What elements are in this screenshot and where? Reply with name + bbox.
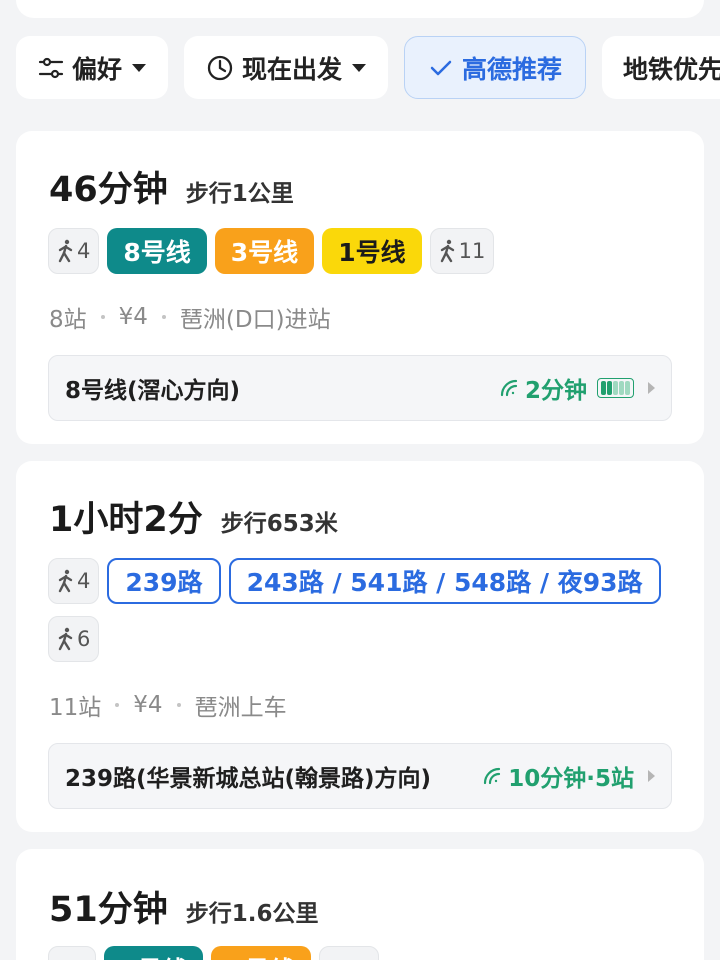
fare: ¥4 xyxy=(118,304,148,330)
route-card[interactable]: 46分钟 步行1公里 4 8号线 3号线 1号线 11 8站 ¥4 琶洲(D口)… xyxy=(16,131,704,444)
walk-minutes: 4 xyxy=(77,569,91,593)
route-duration: 46分钟 xyxy=(49,170,168,210)
sliders-icon xyxy=(38,57,64,78)
chevron-right-icon xyxy=(648,770,655,782)
walk-segment: 11 xyxy=(429,228,495,274)
recommend-filter[interactable]: 高德推荐 xyxy=(404,36,586,99)
separator-dot xyxy=(100,315,105,319)
entry-station: 琶洲(D口)进站 xyxy=(179,307,331,333)
route-card[interactable]: 1小时2分 步行653米 4 239路 243路 / 541路 / 548路 /… xyxy=(16,461,704,832)
walk-segment: 4 xyxy=(48,228,100,274)
walk-segment xyxy=(48,946,96,960)
walk-segment: 6 xyxy=(48,616,100,662)
preference-filter[interactable]: 偏好 xyxy=(16,36,168,99)
line-detail[interactable]: 8号线(滘心方向) 2分钟 xyxy=(48,355,672,421)
filter-bar: 偏好 现在出发 高德推荐 地铁优先 xyxy=(0,36,720,100)
realtime-signal-icon xyxy=(484,767,501,785)
line-direction: 239路(华景新城总站(翰景路)方向) xyxy=(65,766,432,792)
route-summary: 46分钟 步行1公里 xyxy=(49,161,294,212)
fare: ¥4 xyxy=(133,692,163,718)
preference-label: 偏好 xyxy=(71,54,122,84)
walk-segment xyxy=(318,946,379,960)
walk-minutes: 4 xyxy=(77,239,91,263)
subway-line-3: 3号线 xyxy=(211,946,311,960)
separator-dot xyxy=(176,703,181,707)
route-segments-continued: 6 xyxy=(48,616,100,662)
realtime-signal-icon xyxy=(500,379,518,397)
arrival-time: 2分钟 xyxy=(524,378,587,404)
walk-minutes: 11 xyxy=(458,239,486,263)
separator-dot xyxy=(115,703,120,707)
bus-line-alternatives: 243路 / 541路 / 548路 / 夜93路 xyxy=(228,558,661,604)
chevron-down-icon xyxy=(352,63,366,72)
walking-person-icon xyxy=(58,569,73,593)
route-duration: 1小时2分 xyxy=(49,500,203,540)
stop-count: 8站 xyxy=(49,307,87,333)
arrival-time: 10分钟·5站 xyxy=(508,766,634,792)
clock-icon xyxy=(207,55,233,80)
route-segments: 4 8号线 3号线 1号线 11 xyxy=(48,228,495,274)
route-summary: 51分钟 步行1.6公里 xyxy=(49,881,318,932)
walking-person-icon xyxy=(58,627,73,651)
crowd-level-icon xyxy=(597,378,634,398)
route-walk-distance: 步行653米 xyxy=(220,511,338,537)
line-detail[interactable]: 239路(华景新城总站(翰景路)方向) 10分钟·5站 xyxy=(48,743,672,809)
recommend-label: 高德推荐 xyxy=(461,54,562,84)
walk-minutes: 6 xyxy=(77,627,91,651)
boarding-station: 琶洲上车 xyxy=(194,695,287,721)
subway-first-label: 地铁优先 xyxy=(623,54,720,84)
realtime-arrival: 10分钟·5站 xyxy=(482,759,655,793)
subway-first-filter[interactable]: 地铁优先 xyxy=(602,36,720,99)
previous-card xyxy=(16,0,704,18)
depart-time-label: 现在出发 xyxy=(241,54,342,84)
walking-person-icon xyxy=(58,239,73,263)
stop-count: 11站 xyxy=(49,695,102,721)
walk-segment: 4 xyxy=(48,558,100,604)
bus-line-239: 239路 xyxy=(107,558,221,604)
separator-dot xyxy=(161,315,166,319)
route-card[interactable]: 51分钟 步行1.6公里 8号线 3号线 xyxy=(16,849,704,960)
route-duration: 51分钟 xyxy=(49,890,168,930)
subway-line-3: 3号线 xyxy=(214,228,315,274)
route-walk-distance: 步行1公里 xyxy=(185,181,294,207)
subway-line-8: 8号线 xyxy=(107,228,207,274)
subway-line-1: 1号线 xyxy=(322,228,422,274)
walking-person-icon xyxy=(440,239,454,263)
depart-time-filter[interactable]: 现在出发 xyxy=(184,36,388,99)
check-icon xyxy=(430,60,452,75)
line-direction: 8号线(滘心方向) xyxy=(65,378,241,404)
realtime-arrival: 2分钟 xyxy=(499,371,655,405)
route-segments: 4 239路 243路 / 541路 / 548路 / 夜93路 xyxy=(48,558,661,604)
route-info: 11站 ¥4 琶洲上车 xyxy=(49,688,287,722)
chevron-down-icon xyxy=(132,63,146,72)
route-summary: 1小时2分 步行653米 xyxy=(49,491,338,542)
subway-line-8: 8号线 xyxy=(104,946,204,960)
route-walk-distance: 步行1.6公里 xyxy=(185,901,319,927)
route-segments: 8号线 3号线 xyxy=(48,946,379,960)
chevron-right-icon xyxy=(648,382,655,394)
route-info: 8站 ¥4 琶洲(D口)进站 xyxy=(49,300,331,334)
